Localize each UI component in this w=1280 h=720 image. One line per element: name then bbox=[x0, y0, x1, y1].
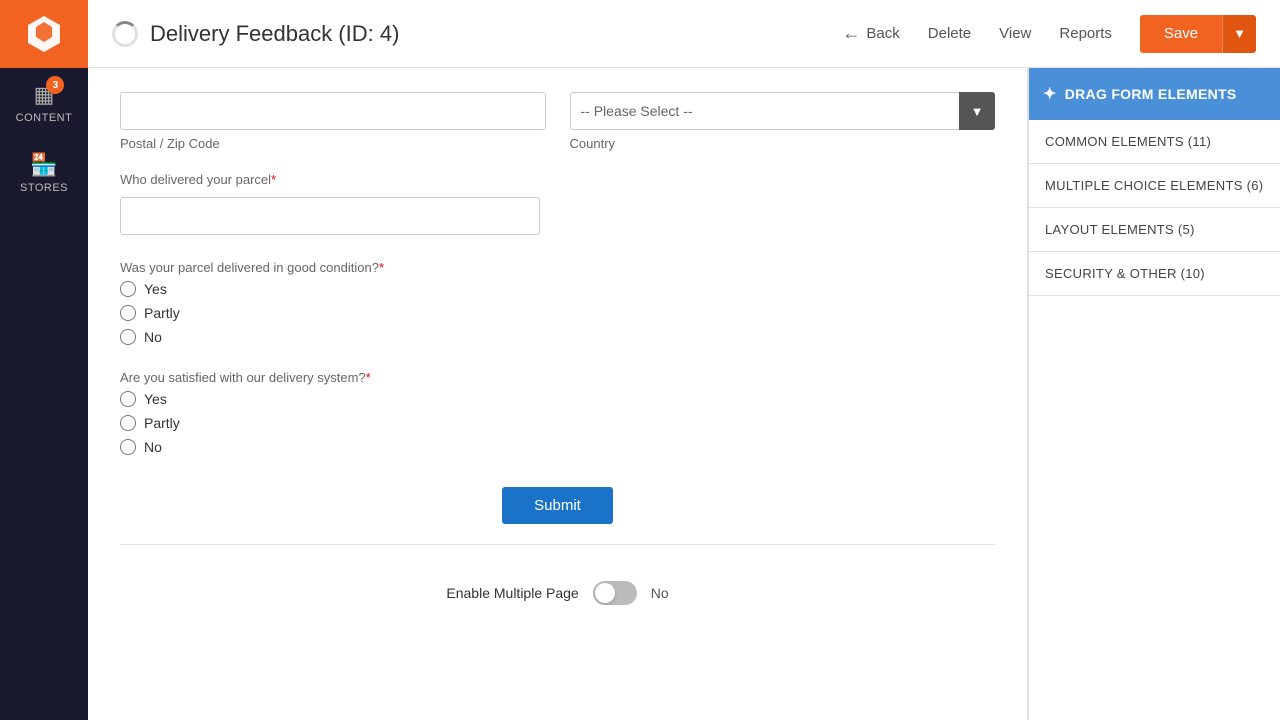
country-select[interactable]: -- Please Select -- bbox=[570, 92, 960, 130]
drag-form-elements-label: DRAG FORM ELEMENTS bbox=[1065, 86, 1237, 102]
postal-zip-label: Postal / Zip Code bbox=[120, 136, 546, 151]
layout-elements-section[interactable]: LAYOUT ELEMENTS (5) bbox=[1029, 208, 1280, 252]
sidebar-item-stores[interactable]: 🏪 STORES bbox=[0, 138, 88, 208]
satisfied-partly-option[interactable]: Partly bbox=[120, 415, 995, 431]
header: Delivery Feedback (ID: 4) ← Back Delete … bbox=[88, 0, 1280, 68]
main-container: Delivery Feedback (ID: 4) ← Back Delete … bbox=[88, 0, 1280, 720]
drag-form-elements-header[interactable]: ✦ DRAG FORM ELEMENTS bbox=[1029, 68, 1280, 120]
delete-button[interactable]: Delete bbox=[928, 25, 971, 42]
right-panel: ✦ DRAG FORM ELEMENTS COMMON ELEMENTS (11… bbox=[1028, 68, 1280, 720]
satisfied-options: Yes Partly No bbox=[120, 391, 995, 455]
multiple-page-no-label: No bbox=[651, 585, 669, 601]
postal-country-row: Postal / Zip Code -- Please Select -- ▼ … bbox=[120, 92, 995, 151]
satisfied-no-option[interactable]: No bbox=[120, 439, 995, 455]
dropdown-arrow-icon: ▼ bbox=[971, 104, 984, 119]
satisfied-yes-option[interactable]: Yes bbox=[120, 391, 995, 407]
who-delivered-label: Who delivered your parcel* bbox=[120, 172, 276, 187]
postal-zip-input[interactable] bbox=[120, 92, 546, 130]
country-select-arrow[interactable]: ▼ bbox=[959, 92, 995, 130]
sidebar-logo bbox=[0, 0, 88, 68]
form-area: Postal / Zip Code -- Please Select -- ▼ … bbox=[88, 68, 1028, 720]
parcel-no-label: No bbox=[144, 329, 162, 345]
multiple-choice-elements-section[interactable]: MULTIPLE CHOICE ELEMENTS (6) bbox=[1029, 164, 1280, 208]
content-badge: 3 bbox=[46, 76, 64, 94]
country-select-wrap: -- Please Select -- ▼ bbox=[570, 92, 996, 130]
parcel-condition-options: Yes Partly No bbox=[120, 281, 995, 345]
common-elements-section[interactable]: COMMON ELEMENTS (11) bbox=[1029, 120, 1280, 164]
country-group: -- Please Select -- ▼ Country bbox=[570, 92, 996, 151]
view-label: View bbox=[999, 25, 1031, 42]
sidebar-item-content[interactable]: ▦ 3 CONTENT bbox=[0, 68, 88, 138]
parcel-yes-option[interactable]: Yes bbox=[120, 281, 995, 297]
parcel-condition-section: Was your parcel delivered in good condit… bbox=[120, 259, 995, 345]
postal-group: Postal / Zip Code bbox=[120, 92, 546, 151]
header-title-wrap: Delivery Feedback (ID: 4) bbox=[112, 21, 842, 47]
parcel-yes-radio[interactable] bbox=[120, 281, 136, 297]
satisfied-no-label: No bbox=[144, 439, 162, 455]
satisfied-label: Are you satisfied with our delivery syst… bbox=[120, 370, 371, 385]
satisfied-no-radio[interactable] bbox=[120, 439, 136, 455]
common-elements-label: COMMON ELEMENTS (11) bbox=[1045, 134, 1211, 149]
security-other-section[interactable]: SECURITY & OTHER (10) bbox=[1029, 252, 1280, 296]
multiple-choice-elements-label: MULTIPLE CHOICE ELEMENTS (6) bbox=[1045, 178, 1263, 193]
parcel-yes-label: Yes bbox=[144, 281, 167, 297]
content-area: Postal / Zip Code -- Please Select -- ▼ … bbox=[88, 68, 1280, 720]
parcel-partly-radio[interactable] bbox=[120, 305, 136, 321]
sidebar-item-content-label: CONTENT bbox=[16, 112, 73, 124]
multiple-page-toggle[interactable] bbox=[593, 581, 637, 605]
form-divider bbox=[120, 544, 995, 545]
chevron-down-icon: ▼ bbox=[1233, 26, 1246, 41]
loading-spinner bbox=[112, 21, 138, 47]
save-button-group: Save ▼ bbox=[1140, 15, 1256, 53]
submit-button[interactable]: Submit bbox=[502, 487, 613, 524]
reports-button[interactable]: Reports bbox=[1059, 25, 1112, 42]
toggle-knob bbox=[595, 583, 615, 603]
layout-elements-label: LAYOUT ELEMENTS (5) bbox=[1045, 222, 1195, 237]
parcel-no-option[interactable]: No bbox=[120, 329, 995, 345]
satisfied-yes-radio[interactable] bbox=[120, 391, 136, 407]
required-asterisk-1: * bbox=[271, 172, 276, 187]
header-actions: ← Back Delete View Reports Save ▼ bbox=[842, 15, 1256, 53]
parcel-no-radio[interactable] bbox=[120, 329, 136, 345]
satisfied-partly-label: Partly bbox=[144, 415, 180, 431]
toggle-wrap bbox=[593, 581, 637, 605]
parcel-partly-option[interactable]: Partly bbox=[120, 305, 995, 321]
delete-label: Delete bbox=[928, 25, 971, 42]
reports-label: Reports bbox=[1059, 25, 1112, 42]
parcel-partly-label: Partly bbox=[144, 305, 180, 321]
back-label: Back bbox=[866, 25, 899, 42]
save-dropdown-button[interactable]: ▼ bbox=[1222, 15, 1256, 53]
satisfied-section: Are you satisfied with our delivery syst… bbox=[120, 369, 995, 455]
required-asterisk-2: * bbox=[379, 260, 384, 275]
multiple-page-row: Enable Multiple Page No bbox=[120, 565, 995, 621]
parcel-condition-label: Was your parcel delivered in good condit… bbox=[120, 260, 384, 275]
drag-icon: ✦ bbox=[1043, 84, 1057, 104]
back-arrow-icon: ← bbox=[842, 23, 860, 44]
security-other-label: SECURITY & OTHER (10) bbox=[1045, 266, 1205, 281]
satisfied-partly-radio[interactable] bbox=[120, 415, 136, 431]
back-button[interactable]: ← Back bbox=[842, 23, 899, 44]
sidebar: ▦ 3 CONTENT 🏪 STORES bbox=[0, 0, 88, 720]
who-delivered-section: Who delivered your parcel* bbox=[120, 171, 995, 235]
content-icon: ▦ 3 bbox=[34, 82, 55, 108]
stores-icon: 🏪 bbox=[30, 152, 57, 178]
page-title: Delivery Feedback (ID: 4) bbox=[150, 21, 399, 47]
who-delivered-input[interactable] bbox=[120, 197, 540, 235]
submit-row: Submit bbox=[120, 487, 995, 524]
required-asterisk-3: * bbox=[366, 370, 371, 385]
save-button[interactable]: Save bbox=[1140, 15, 1222, 53]
multiple-page-label: Enable Multiple Page bbox=[446, 585, 578, 601]
country-label: Country bbox=[570, 136, 996, 151]
sidebar-item-stores-label: STORES bbox=[20, 182, 68, 194]
satisfied-yes-label: Yes bbox=[144, 391, 167, 407]
view-button[interactable]: View bbox=[999, 25, 1031, 42]
